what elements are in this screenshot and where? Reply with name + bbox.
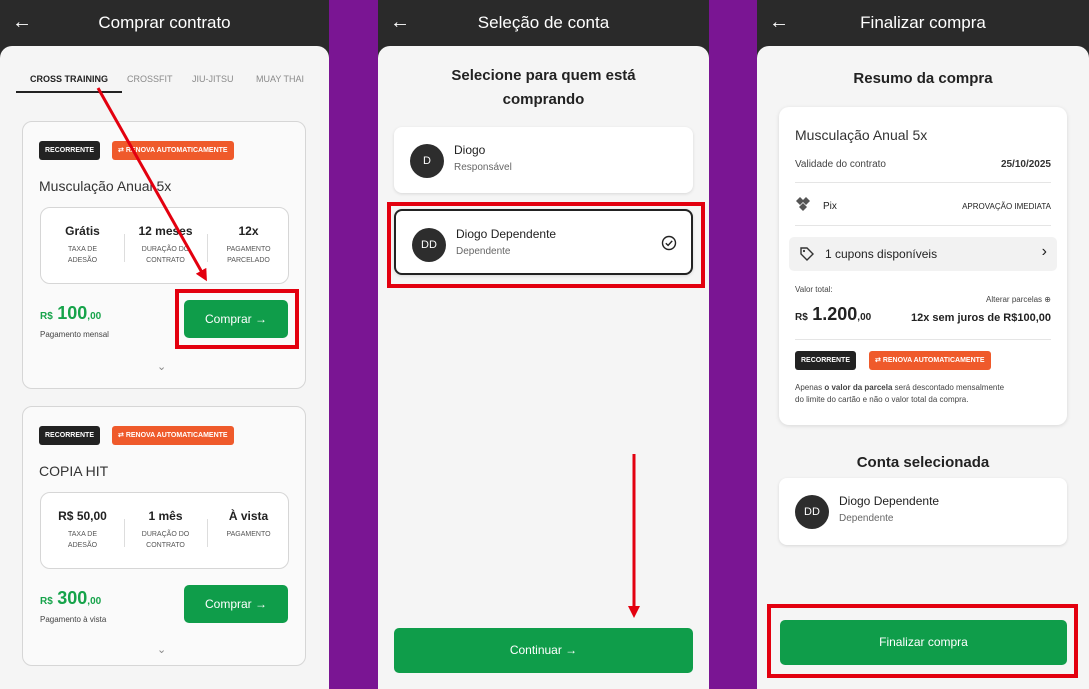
arrow-to-buy-button [96, 87, 207, 282]
annotation-arrows [96, 87, 640, 618]
